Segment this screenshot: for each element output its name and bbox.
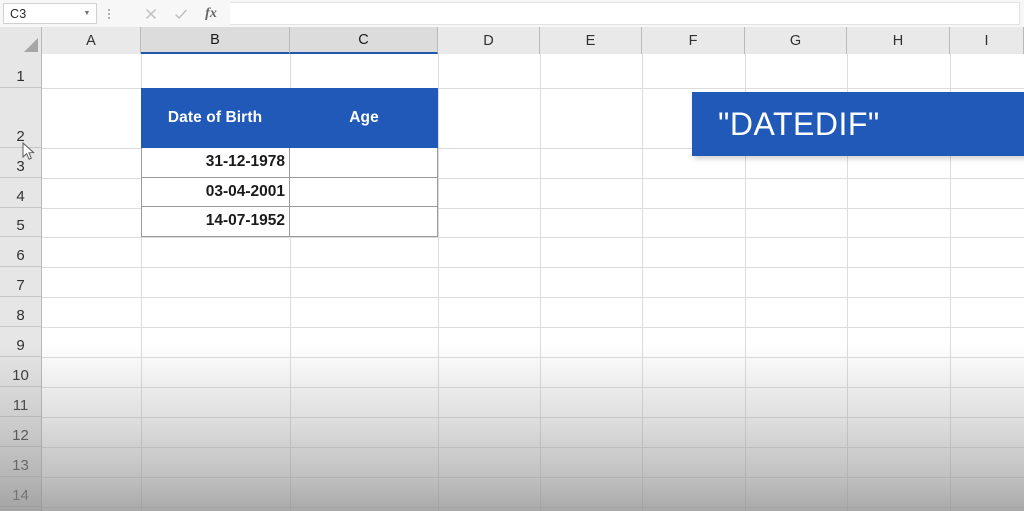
datedif-callout-banner: "DATEDIF"	[692, 92, 1024, 156]
gridline-horizontal	[42, 357, 1024, 358]
cell-age[interactable]	[290, 207, 438, 237]
column-header-c[interactable]: C	[290, 27, 438, 54]
select-all-triangle-icon	[24, 38, 38, 52]
table-header-row: Date of Birth Age	[141, 88, 438, 148]
gridline-horizontal	[42, 477, 1024, 478]
row-header-1[interactable]: 1	[0, 54, 41, 88]
cancel-entry-button[interactable]	[136, 2, 166, 25]
row-header-2[interactable]: 2	[0, 88, 41, 148]
cell-date-of-birth[interactable]: 31-12-1978	[141, 148, 290, 178]
cell-date-of-birth[interactable]: 03-04-2001	[141, 177, 290, 207]
column-header-a[interactable]: A	[42, 27, 141, 54]
gridline-horizontal	[42, 237, 1024, 238]
column-headers: ABCDEFGHI	[0, 27, 1024, 54]
chevron-down-icon[interactable]: ▼	[80, 10, 96, 17]
table-row: 03-04-2001	[141, 177, 438, 207]
formula-bar: C3 ▼ fx	[0, 0, 1024, 28]
gridline-vertical	[540, 54, 541, 511]
row-header-11[interactable]: 11	[0, 387, 41, 417]
gridline-horizontal	[42, 417, 1024, 418]
column-header-e[interactable]: E	[540, 27, 642, 54]
row-header-12[interactable]: 12	[0, 417, 41, 447]
cell-date-of-birth[interactable]: 14-07-1952	[141, 207, 290, 237]
table-row: 31-12-1978	[141, 148, 438, 178]
row-header-7[interactable]: 7	[0, 267, 41, 297]
gridline-horizontal	[42, 387, 1024, 388]
row-header-3[interactable]: 3	[0, 148, 41, 178]
excel-worksheet-window: C3 ▼ fx ABCDEFGHI 123456789101112131415	[0, 0, 1024, 511]
column-header-b[interactable]: B	[141, 27, 290, 54]
gridline-horizontal	[42, 507, 1024, 508]
row-headers: 123456789101112131415	[0, 54, 42, 511]
row-header-15[interactable]: 15	[0, 507, 41, 511]
table-header-age[interactable]: Age	[290, 88, 438, 148]
cell-age[interactable]	[290, 148, 438, 178]
confirm-entry-button[interactable]	[166, 2, 196, 25]
column-header-f[interactable]: F	[642, 27, 745, 54]
gridline-vertical	[642, 54, 643, 511]
table-header-date-of-birth[interactable]: Date of Birth	[141, 88, 290, 148]
column-header-i[interactable]: I	[950, 27, 1024, 54]
row-header-4[interactable]: 4	[0, 178, 41, 208]
table-row: 14-07-1952	[141, 207, 438, 237]
gridline-vertical	[438, 54, 439, 511]
row-header-10[interactable]: 10	[0, 357, 41, 387]
cell-age[interactable]	[290, 177, 438, 207]
formula-bar-grip[interactable]	[104, 5, 113, 22]
row-header-6[interactable]: 6	[0, 237, 41, 267]
gridline-horizontal	[42, 267, 1024, 268]
row-header-8[interactable]: 8	[0, 297, 41, 327]
insert-function-icon[interactable]: fx	[196, 2, 226, 25]
select-all-corner-button[interactable]	[0, 27, 42, 54]
column-header-d[interactable]: D	[438, 27, 540, 54]
column-header-h[interactable]: H	[847, 27, 950, 54]
callout-text: "DATEDIF"	[718, 105, 880, 142]
row-header-13[interactable]: 13	[0, 447, 41, 477]
gridline-horizontal	[42, 297, 1024, 298]
row-header-5[interactable]: 5	[0, 208, 41, 237]
name-box[interactable]: C3 ▼	[3, 3, 97, 24]
gridline-horizontal	[42, 447, 1024, 448]
gridline-horizontal	[42, 327, 1024, 328]
formula-input[interactable]	[230, 2, 1020, 25]
name-box-value: C3	[10, 6, 27, 21]
row-header-9[interactable]: 9	[0, 327, 41, 357]
data-table: Date of Birth Age 31-12-1978 03-04-2001 14…	[141, 88, 438, 237]
column-header-g[interactable]: G	[745, 27, 847, 54]
row-header-14[interactable]: 14	[0, 477, 41, 507]
